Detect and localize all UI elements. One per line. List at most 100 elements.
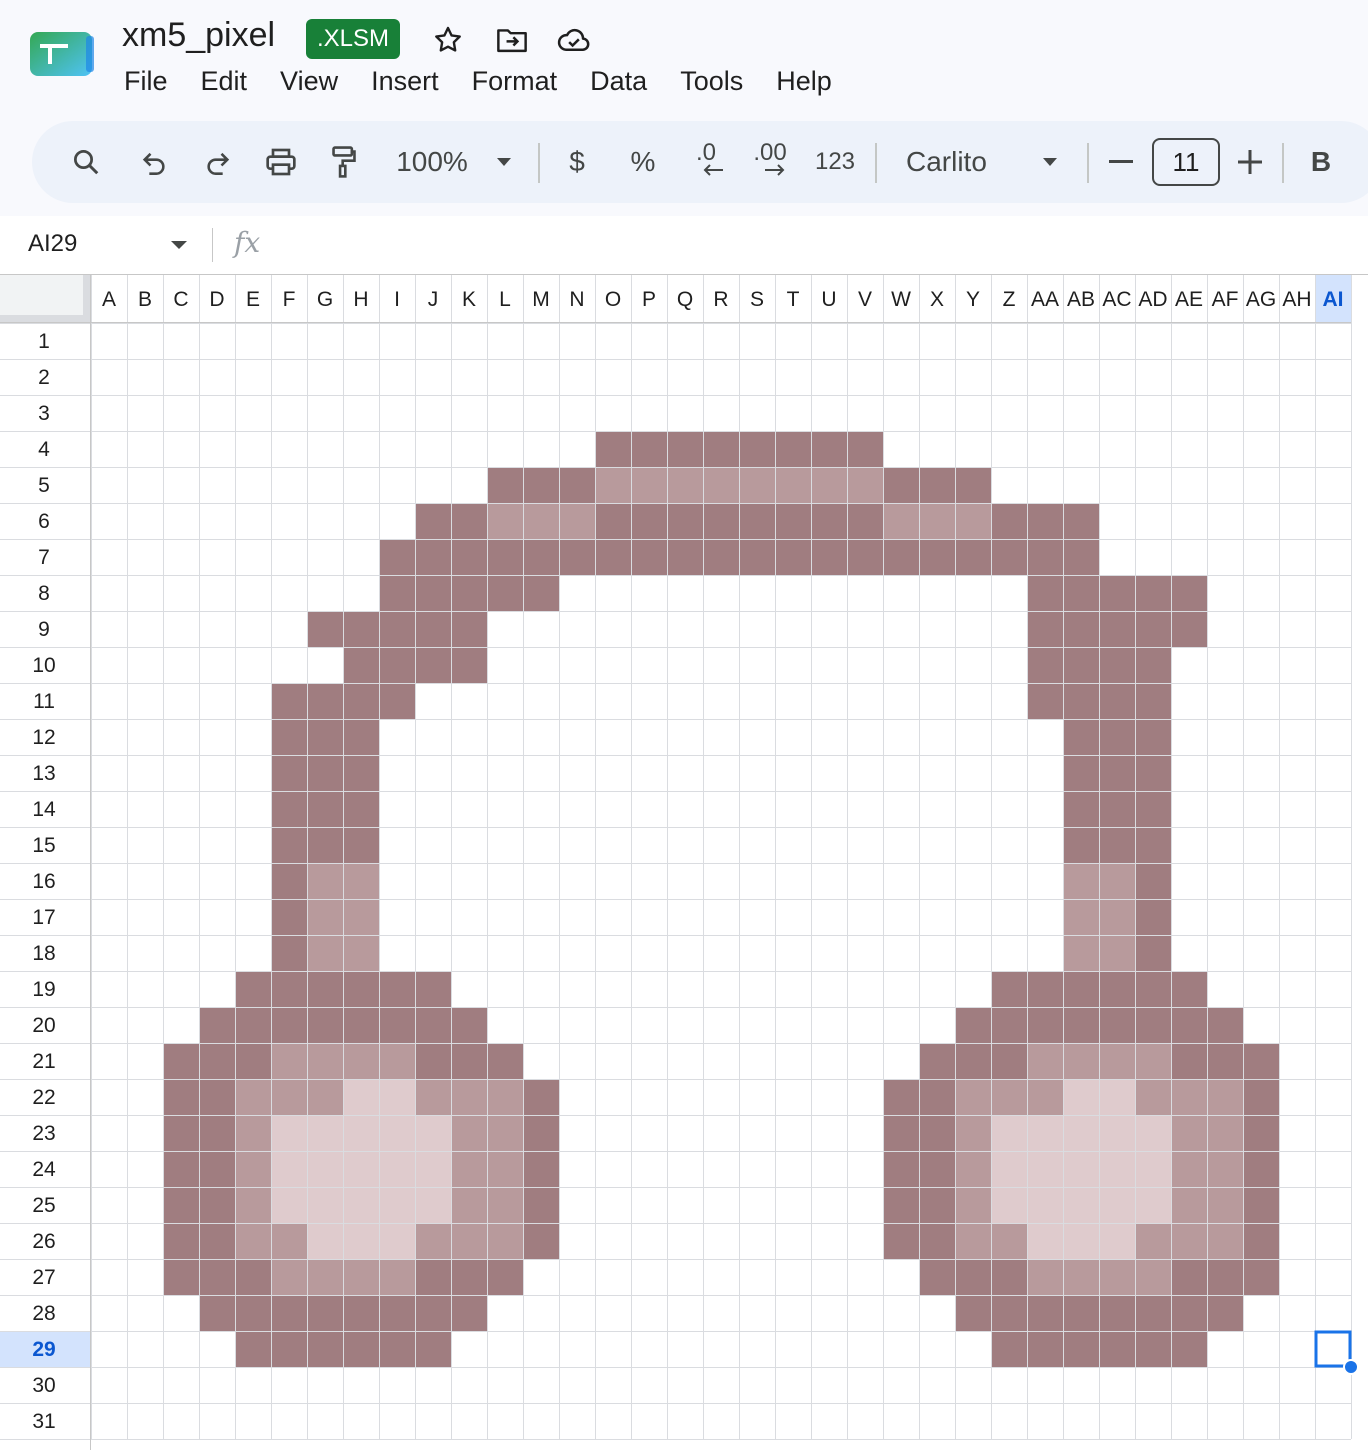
filled-cell[interactable] [1099, 719, 1135, 755]
filled-cell[interactable] [199, 1223, 235, 1259]
filled-cell[interactable] [1063, 1043, 1099, 1079]
filled-cell[interactable] [1207, 1187, 1243, 1223]
filled-cell[interactable] [163, 1043, 199, 1079]
filled-cell[interactable] [1207, 1259, 1243, 1295]
filled-cell[interactable] [271, 1187, 307, 1223]
filled-cell[interactable] [379, 1295, 415, 1331]
filled-cell[interactable] [199, 1043, 235, 1079]
filled-cell[interactable] [343, 1187, 379, 1223]
select-all-corner[interactable] [0, 275, 83, 315]
filled-cell[interactable] [415, 1187, 451, 1223]
filled-cell[interactable] [379, 1223, 415, 1259]
filled-cell[interactable] [1063, 971, 1099, 1007]
filled-cell[interactable] [955, 467, 991, 503]
filled-cell[interactable] [415, 539, 451, 575]
filled-cell[interactable] [1207, 1115, 1243, 1151]
column-header-r[interactable]: R [713, 288, 728, 311]
filled-cell[interactable] [307, 899, 343, 935]
column-header-ae[interactable]: AE [1175, 288, 1203, 311]
row-header-30[interactable]: 30 [32, 1374, 55, 1397]
filled-cell[interactable] [379, 1115, 415, 1151]
filled-cell[interactable] [1027, 1187, 1063, 1223]
filled-cell[interactable] [1207, 1151, 1243, 1187]
filled-cell[interactable] [919, 1079, 955, 1115]
filled-cell[interactable] [415, 1151, 451, 1187]
filled-cell[interactable] [1135, 647, 1171, 683]
row-header-18[interactable]: 18 [32, 942, 55, 965]
filled-cell[interactable] [307, 1223, 343, 1259]
column-header-w[interactable]: W [891, 288, 911, 311]
filled-cell[interactable] [415, 1295, 451, 1331]
filled-cell[interactable] [595, 539, 631, 575]
row-header-1[interactable]: 1 [38, 330, 50, 353]
filled-cell[interactable] [919, 503, 955, 539]
number-format-button[interactable]: 123 [812, 121, 858, 203]
menu-help[interactable]: Help [776, 66, 832, 102]
filled-cell[interactable] [199, 1295, 235, 1331]
row-header-25[interactable]: 25 [32, 1194, 55, 1217]
filled-cell[interactable] [343, 1223, 379, 1259]
filled-cell[interactable] [1099, 575, 1135, 611]
plus-icon[interactable] [1235, 121, 1265, 203]
filled-cell[interactable] [271, 863, 307, 899]
filled-cell[interactable] [1171, 1079, 1207, 1115]
filled-cell[interactable] [1135, 1079, 1171, 1115]
filled-cell[interactable] [559, 503, 595, 539]
filled-cell[interactable] [487, 503, 523, 539]
filled-cell[interactable] [631, 467, 667, 503]
filled-cell[interactable] [919, 539, 955, 575]
filled-cell[interactable] [1099, 1007, 1135, 1043]
filled-cell[interactable] [163, 1259, 199, 1295]
filled-cell[interactable] [415, 1079, 451, 1115]
filled-cell[interactable] [307, 1331, 343, 1367]
filled-cell[interactable] [343, 755, 379, 791]
filled-cell[interactable] [451, 1079, 487, 1115]
star-icon[interactable] [430, 22, 466, 58]
filled-cell[interactable] [487, 1151, 523, 1187]
filled-cell[interactable] [271, 755, 307, 791]
filled-cell[interactable] [1171, 1331, 1207, 1367]
filled-cell[interactable] [163, 1079, 199, 1115]
filled-cell[interactable] [775, 539, 811, 575]
filled-cell[interactable] [307, 1187, 343, 1223]
filled-cell[interactable] [1099, 1295, 1135, 1331]
filled-cell[interactable] [883, 1115, 919, 1151]
filled-cell[interactable] [631, 503, 667, 539]
filled-cell[interactable] [235, 1115, 271, 1151]
filled-cell[interactable] [991, 1259, 1027, 1295]
filled-cell[interactable] [235, 1007, 271, 1043]
column-header-l[interactable]: L [499, 288, 511, 311]
filled-cell[interactable] [991, 1043, 1027, 1079]
filled-cell[interactable] [235, 1259, 271, 1295]
bold-button[interactable]: B [1306, 121, 1336, 203]
filled-cell[interactable] [271, 1043, 307, 1079]
filled-cell[interactable] [523, 1151, 559, 1187]
filled-cell[interactable] [1171, 1259, 1207, 1295]
filled-cell[interactable] [919, 1187, 955, 1223]
filled-cell[interactable] [451, 611, 487, 647]
filled-cell[interactable] [1135, 1223, 1171, 1259]
filled-cell[interactable] [415, 611, 451, 647]
filled-cell[interactable] [415, 503, 451, 539]
column-header-u[interactable]: U [821, 288, 836, 311]
filled-cell[interactable] [379, 611, 415, 647]
filled-cell[interactable] [1135, 1295, 1171, 1331]
filled-cell[interactable] [343, 1259, 379, 1295]
filled-cell[interactable] [523, 539, 559, 575]
filled-cell[interactable] [1063, 1079, 1099, 1115]
row-header-27[interactable]: 27 [32, 1266, 55, 1289]
filled-cell[interactable] [955, 1187, 991, 1223]
filled-cell[interactable] [559, 467, 595, 503]
filled-cell[interactable] [1027, 1151, 1063, 1187]
filled-cell[interactable] [415, 575, 451, 611]
filled-cell[interactable] [991, 1223, 1027, 1259]
filled-cell[interactable] [487, 539, 523, 575]
filled-cell[interactable] [271, 1331, 307, 1367]
filled-cell[interactable] [1063, 755, 1099, 791]
filled-cell[interactable] [271, 1295, 307, 1331]
filled-cell[interactable] [163, 1187, 199, 1223]
menu-view[interactable]: View [280, 66, 338, 102]
filled-cell[interactable] [1207, 1043, 1243, 1079]
filled-cell[interactable] [991, 1295, 1027, 1331]
filled-cell[interactable] [1027, 647, 1063, 683]
